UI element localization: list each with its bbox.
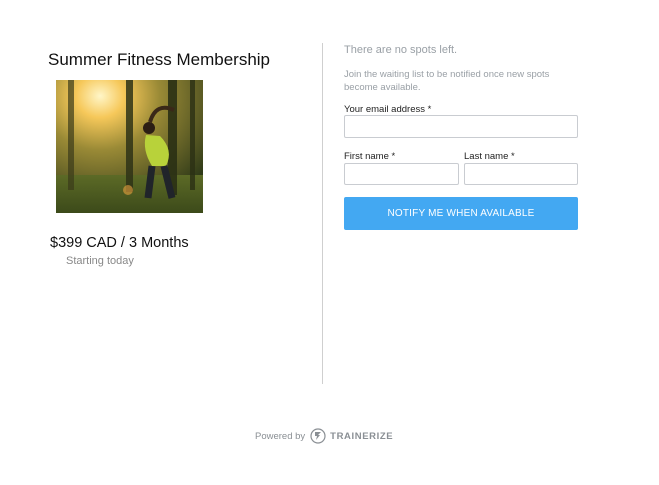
waitlist-description: Join the waiting list to be notified onc… xyxy=(344,69,550,93)
first-name-field[interactable] xyxy=(344,163,459,185)
last-name-label: Last name * xyxy=(464,151,515,162)
no-spots-message: There are no spots left. xyxy=(344,44,458,56)
trainerize-logo-icon[interactable] xyxy=(310,428,326,444)
first-name-label: First name * xyxy=(344,151,396,162)
brand-name[interactable]: TRAINERIZE xyxy=(330,431,393,442)
email-field[interactable] xyxy=(344,115,578,138)
notify-button[interactable]: NOTIFY ME WHEN AVAILABLE xyxy=(344,197,578,230)
powered-by-text: Powered by xyxy=(255,430,306,442)
vertical-divider xyxy=(322,43,323,384)
product-image xyxy=(56,80,203,213)
footer: Powered by TRAINERIZE xyxy=(255,426,393,446)
last-name-field[interactable] xyxy=(464,163,578,185)
product-price: $399 CAD / 3 Months xyxy=(50,235,189,251)
product-panel: Summer Fitness Membership $399 CAD / 3 M… xyxy=(0,0,322,390)
email-label: Your email address * xyxy=(344,104,432,115)
start-date: Starting today xyxy=(66,255,134,267)
product-title: Summer Fitness Membership xyxy=(48,50,271,69)
